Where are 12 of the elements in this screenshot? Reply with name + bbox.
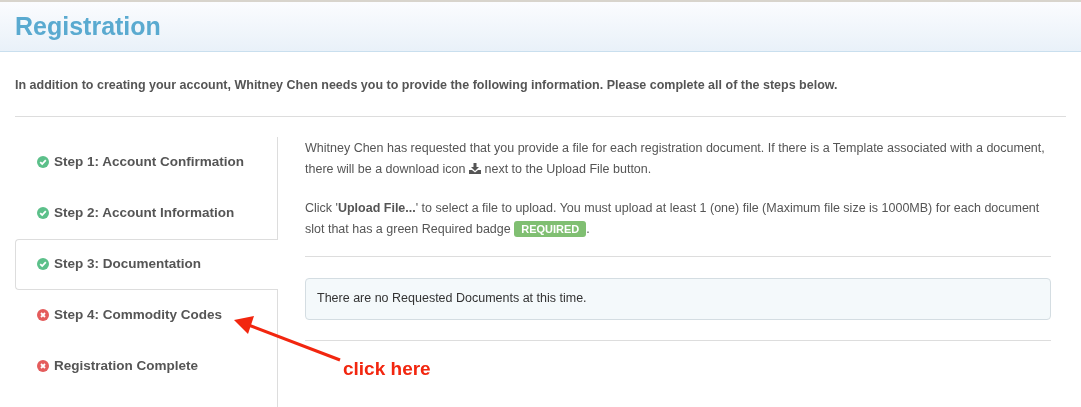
page-title: Registration <box>15 10 161 42</box>
required-badge: REQUIRED <box>514 220 587 237</box>
step-tab[interactable]: Step 1: Account Confirmation <box>15 136 277 188</box>
download-icon <box>469 162 481 174</box>
step-tab[interactable]: Registration Complete <box>15 340 277 392</box>
step-tab[interactable]: Step 3: Documentation <box>15 238 278 290</box>
annotation-text: click here <box>343 357 431 381</box>
intro-text: In addition to creating your account, Whitney Chen needs you to provide the following information. Please complete all of the steps below. <box>15 77 839 94</box>
notice-alert: There are no Requested Documents at this time. <box>305 277 1051 320</box>
instructions-text: Whitney Chen has requested that you provide a file for each registration document. If there is a Template associated with a document, there will be a download icon next to the Upload File button. <box>305 139 1046 178</box>
instructions-text: Click 'Upload File...' to select a file to upload. You must upload at least 1 (one) file (Maximum file size is 1000MB) for each document slot that has a green Required badge REQUIRED . <box>305 199 1041 239</box>
step-tab[interactable]: Step 2: Account Information <box>15 187 277 239</box>
